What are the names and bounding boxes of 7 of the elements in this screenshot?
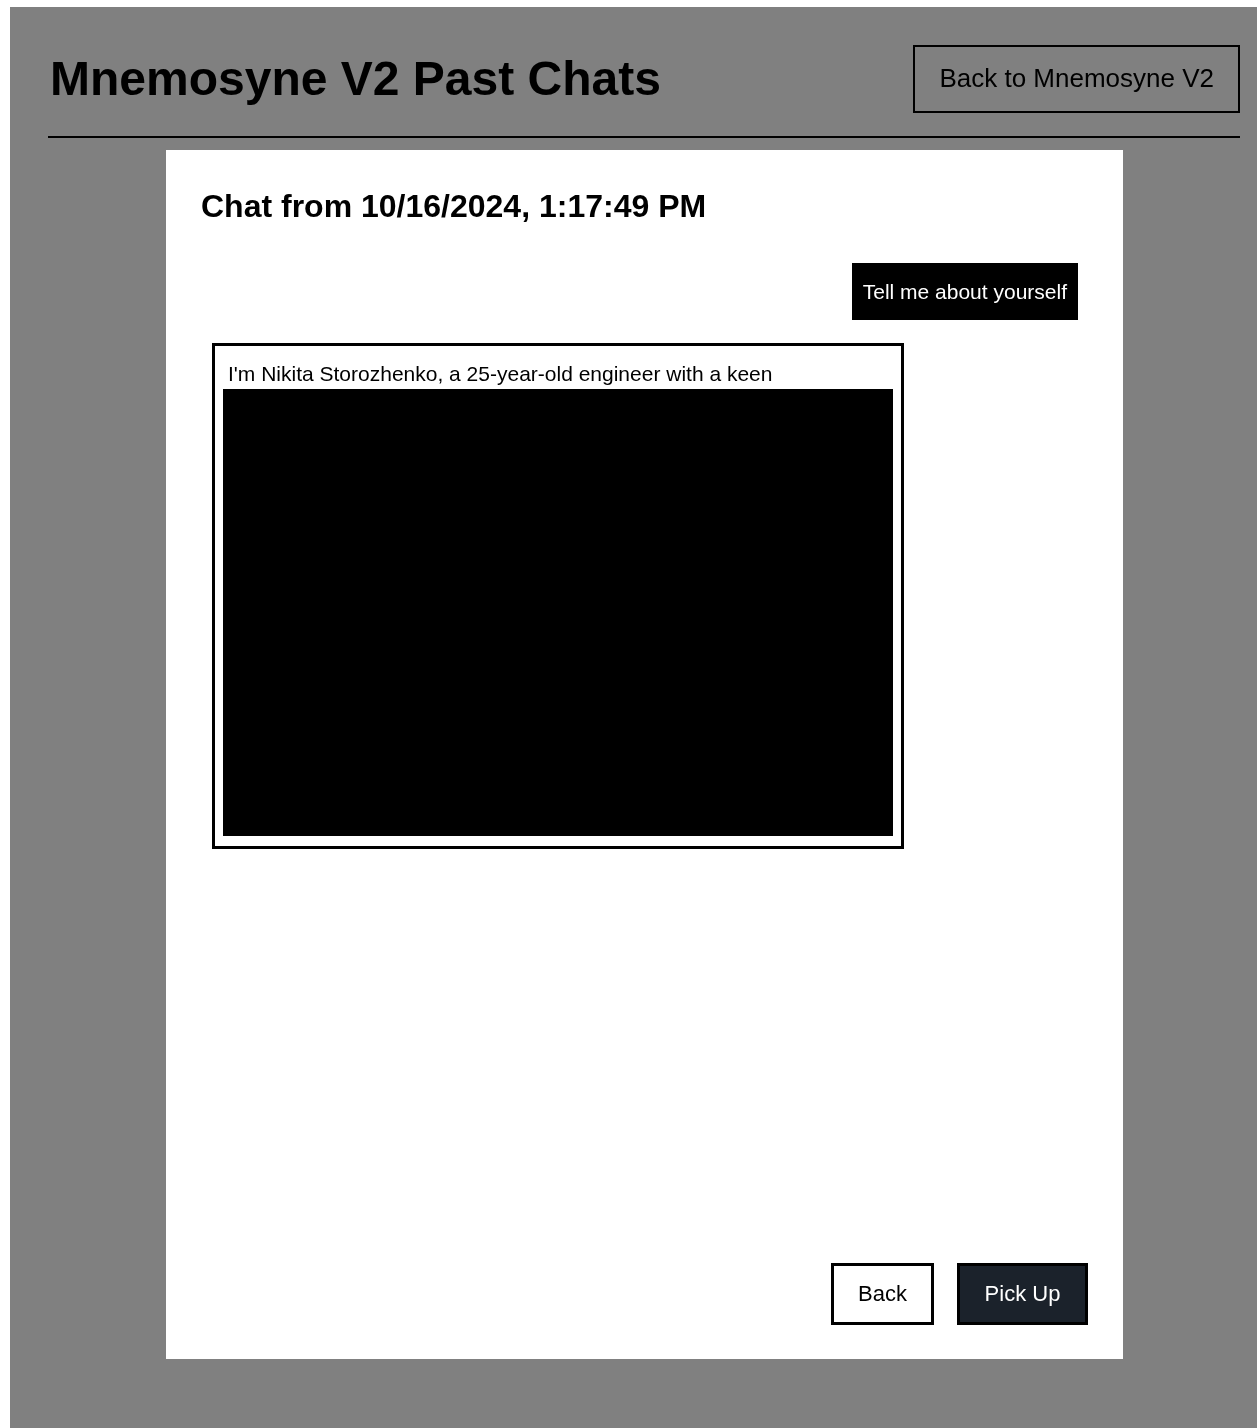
pick-up-button[interactable]: Pick Up — [957, 1263, 1088, 1325]
back-button[interactable]: Back to Mnemosyne V2 — [913, 44, 1240, 113]
back-button[interactable]: Back — [831, 1263, 934, 1325]
user-message: Tell me about yourself — [851, 263, 1078, 320]
assistant-message: I'm Nikita Storozhenko, a 25-year-old engineer with a keen — [227, 361, 774, 387]
chat-title: Chat from 10/16/2024, 1:17:49 PM — [201, 188, 708, 225]
page-title: Mnemosyne V2 Past Chats — [50, 51, 661, 106]
